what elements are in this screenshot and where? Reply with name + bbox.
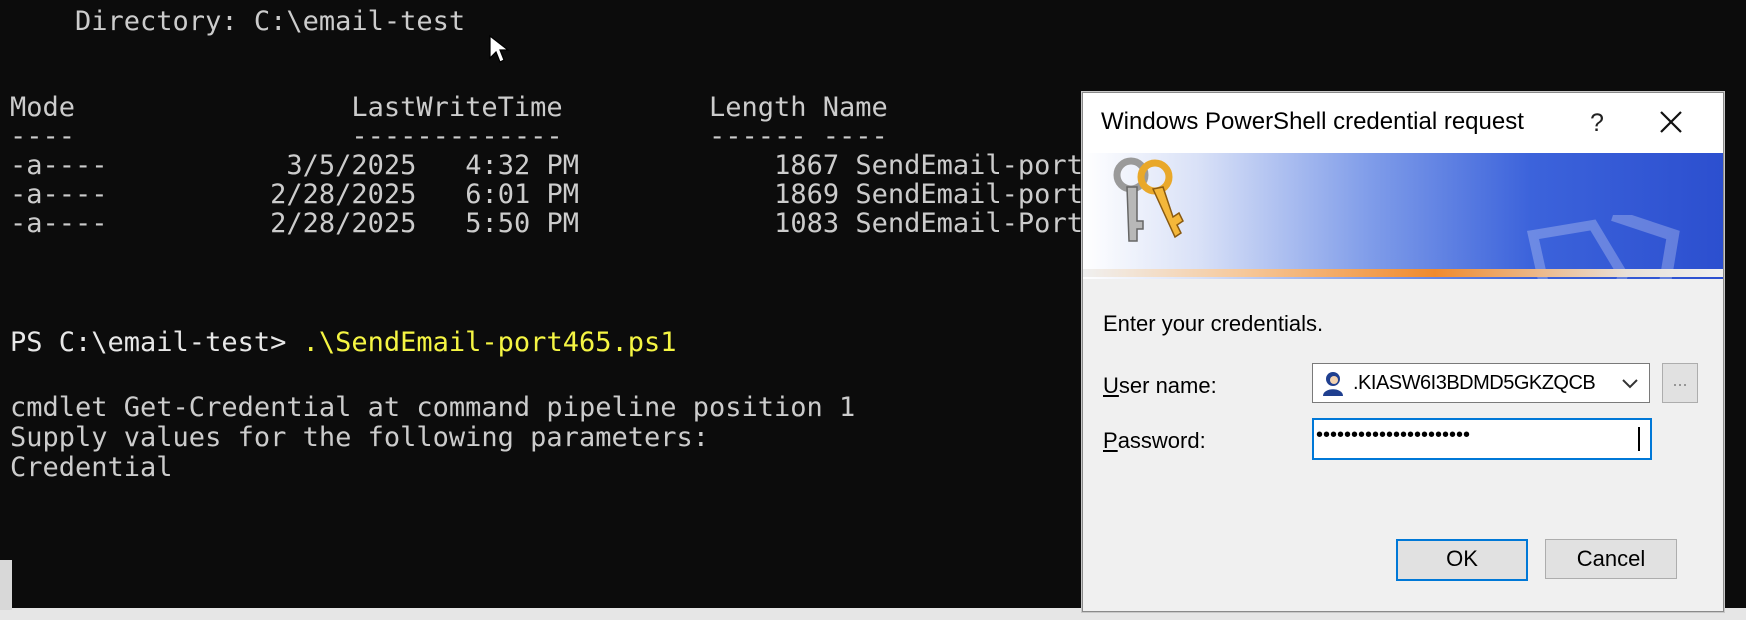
file-time: 4:32 PM — [465, 150, 579, 181]
close-icon — [1660, 111, 1682, 133]
file-time: 6:01 PM — [465, 179, 579, 210]
file-date: 2/28/2025 — [270, 179, 417, 210]
username-label-accesskey: U — [1103, 373, 1119, 398]
password-label-accesskey: P — [1103, 428, 1118, 453]
file-time: 5:50 PM — [465, 208, 579, 239]
file-mode: -a---- — [10, 208, 108, 239]
file-mode: -a---- — [10, 150, 108, 181]
password-label-text: assword: — [1117, 428, 1206, 453]
directory-line: Directory: C:\email-test — [10, 6, 466, 37]
username-label-text: ser name: — [1118, 373, 1217, 398]
password-value: •••••••••••••••••••••• — [1316, 424, 1471, 446]
dialog-banner — [1083, 153, 1723, 279]
file-date: 3/5/2025 — [286, 150, 417, 181]
chevron-down-icon[interactable] — [1617, 372, 1643, 394]
output-line: cmdlet Get-Credential at command pipelin… — [10, 392, 856, 423]
dialog-titlebar[interactable]: Windows PowerShell credential request ? — [1083, 93, 1723, 153]
credential-dialog: Windows PowerShell credential request ? … — [1082, 92, 1724, 612]
password-label: Password: — [1103, 428, 1206, 454]
file-length: 1083 — [774, 208, 840, 239]
cancel-button[interactable]: Cancel — [1545, 539, 1677, 579]
shell-prompt: PS C:\email-test> — [10, 327, 303, 358]
file-row: -a---- 2/28/2025 6:01 PM 1869 SendEmail-… — [10, 179, 1132, 211]
user-icon — [1323, 372, 1343, 396]
file-length: 1867 — [774, 150, 840, 181]
banner-accent-line — [1083, 269, 1723, 277]
file-length: 1869 — [774, 179, 840, 210]
window-corner — [0, 560, 12, 610]
username-combobox[interactable]: .KIASW6I3BDMD5GKZQCB — [1312, 363, 1650, 403]
password-field[interactable]: •••••••••••••••••••••• — [1312, 418, 1652, 460]
output-line: Supply values for the following paramete… — [10, 422, 709, 453]
listing-dashes: ---- ------------- ------ ---- — [10, 121, 888, 152]
output-line: Credential — [10, 452, 173, 483]
file-mode: -a---- — [10, 179, 108, 210]
username-value: .KIASW6I3BDMD5GKZQCB — [1353, 372, 1596, 394]
command-line: PS C:\email-test> .\SendEmail-port465.ps… — [10, 327, 676, 359]
mouse-cursor-icon — [488, 34, 510, 71]
file-date: 2/28/2025 — [270, 208, 417, 239]
listing-header: Mode LastWriteTime Length Name — [10, 92, 888, 123]
keys-icon — [1113, 157, 1184, 242]
browse-credentials-button[interactable]: ... — [1662, 363, 1698, 403]
dialog-prompt: Enter your credentials. — [1103, 311, 1324, 336]
file-row: -a---- 2/28/2025 5:50 PM 1083 SendEmail-… — [10, 208, 1132, 240]
close-button[interactable] — [1645, 101, 1697, 145]
username-label: User name: — [1103, 373, 1217, 399]
file-row: -a---- 3/5/2025 4:32 PM 1867 SendEmail-p… — [10, 150, 1132, 182]
dialog-title: Windows PowerShell credential request — [1101, 108, 1524, 135]
text-caret — [1638, 427, 1640, 451]
command-text: .\SendEmail-port465.ps1 — [302, 327, 677, 358]
ok-button[interactable]: OK — [1396, 539, 1528, 581]
help-button[interactable]: ? — [1576, 101, 1618, 145]
